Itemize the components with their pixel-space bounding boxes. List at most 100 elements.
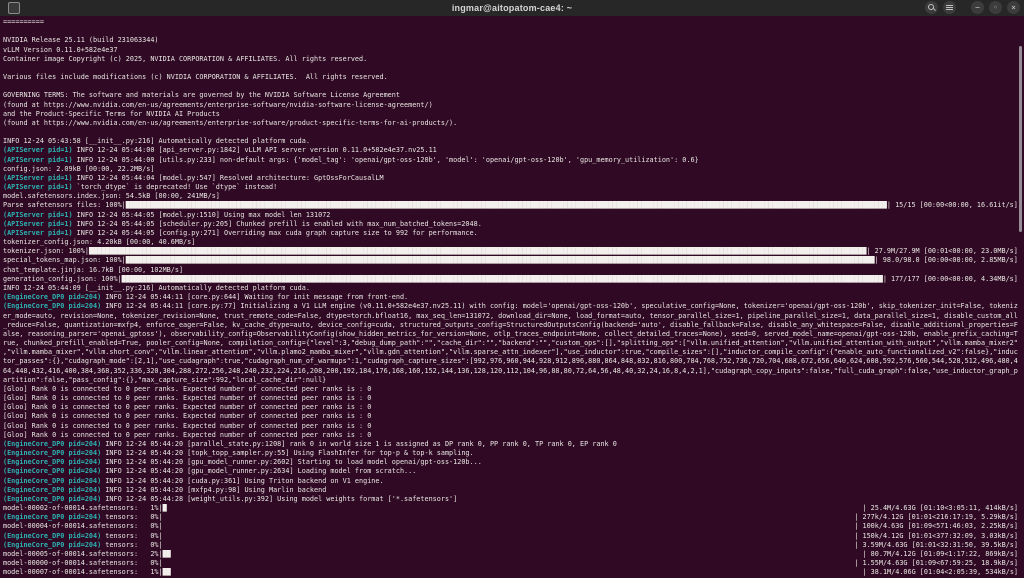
- log-text: tensors: 0%|: [101, 541, 162, 550]
- log-text: Various files include modifications (c) …: [3, 73, 388, 82]
- terminal-line: [3, 64, 1018, 73]
- log-text: ==========: [3, 18, 44, 27]
- maximize-glyph: ◦: [989, 1, 1002, 14]
- terminal-line: ,"vllm.mamba_mixer","vllm.short_conv","v…: [3, 348, 1018, 357]
- log-text: 64,448,432,416,400,384,368,352,336,320,3…: [3, 367, 1018, 376]
- process-prefix: (EngineCore_DP0 pid=204): [3, 532, 101, 541]
- terminal-line: [3, 27, 1018, 36]
- terminal-line: tor_passes":{},"cudagraph_mode":[2,1],"u…: [3, 357, 1018, 366]
- process-prefix: (APIServer pid=1): [3, 156, 73, 165]
- terminal-line: ==========: [3, 18, 1018, 27]
- terminal-line: (EngineCore_DP0 pid=204) INFO 12-24 05:4…: [3, 440, 1018, 449]
- log-text: | 80.7M/4.12G [01:09<1:17:22, 869kB/s]: [863, 550, 1019, 559]
- log-text: [167, 504, 863, 513]
- log-text: (found at https://www.nvidia.com/en-us/a…: [3, 119, 457, 128]
- log-text: INFO 12-24 05:44:20 [mxfp4.py:98] Using …: [101, 486, 326, 495]
- process-prefix: (APIServer pid=1): [3, 220, 73, 229]
- log-text: tensors: 0%|: [101, 532, 162, 541]
- terminal-line: (APIServer pid=1) INFO 12-24 05:44:05 [s…: [3, 220, 1018, 229]
- terminal-line: (APIServer pid=1) `torch_dtype` is depre…: [3, 183, 1018, 192]
- terminal-line: (EngineCore_DP0 pid=204) tensors: 0%|| 2…: [3, 513, 1018, 522]
- menu-icon[interactable]: [943, 1, 956, 14]
- log-text: | 98.0/98.0 [00:00<00:00, 2.85MB/s]: [875, 256, 1018, 265]
- terminal-line: model.safetensors.index.json: 54.5kB [00…: [3, 192, 1018, 201]
- log-text: INFO 12-24 05:44:20 [parallel_state.py:1…: [101, 440, 617, 449]
- log-text: (found at https://www.nvidia.com/en-us/a…: [3, 101, 433, 110]
- terminal-output[interactable]: ========== NVIDIA Release 25.11 (build 23…: [0, 16, 1024, 578]
- process-prefix: (EngineCore_DP0 pid=204): [3, 467, 101, 476]
- log-text: [Gloo] Rank 0 is connected to 0 peer ran…: [3, 412, 371, 421]
- terminal-line: [Gloo] Rank 0 is connected to 0 peer ran…: [3, 422, 1018, 431]
- log-text: rue, chunked_prefill_enabled=True, poole…: [3, 339, 1018, 348]
- terminal-line: [Gloo] Rank 0 is connected to 0 peer ran…: [3, 403, 1018, 412]
- terminal-line: config.json: 2.09kB [00:00, 22.2MB/s]: [3, 165, 1018, 174]
- terminal-line: model-00002-of-00014.safetensors: 1%|█| …: [3, 504, 1018, 513]
- log-text: INFO 12-24 05:44:00 [api_server.py:1842]…: [73, 146, 437, 155]
- log-text: INFO 12-24 05:44:20 [gpu_model_runner.py…: [101, 458, 482, 467]
- log-text: special_tokens_map.json: 100%|: [3, 256, 126, 265]
- log-text: tensors: 0%|: [101, 513, 162, 522]
- terminal-window: ingmar@aitopatom-cae4: ~ − ◦ × =========…: [0, 0, 1024, 578]
- magnifier-handle: [933, 8, 936, 11]
- terminal-line: alse, reasoning_parser='openai_gptoss'),…: [3, 330, 1018, 339]
- terminal-line: artition":false,"pass_config":{},"max_ca…: [3, 376, 1018, 385]
- log-text: INFO 12-24 05:44:09 [__init__.py:216] Au…: [3, 284, 310, 293]
- log-text: | 27.9M/27.9M [00:01<00:00, 23.0MB/s]: [866, 247, 1017, 256]
- terminal-line: generation_config.json: 100%|███████████…: [3, 275, 1018, 284]
- maximize-button[interactable]: ◦: [989, 1, 1002, 14]
- log-text: tokenizer.json: 100%|: [3, 247, 89, 256]
- progress-bar: ████████████████████████████████████████…: [126, 201, 887, 210]
- menu-line: [946, 7, 953, 8]
- minimize-button[interactable]: −: [971, 1, 984, 14]
- minimize-glyph: −: [971, 1, 984, 14]
- log-text: | 100k/4.63G [01:09<571:46:03, 2.25kB/s]: [854, 522, 1018, 531]
- terminal-line: model-00007-of-00014.safetensors: 1%|██|…: [3, 568, 1018, 577]
- terminal-line: (EngineCore_DP0 pid=204) INFO 12-24 05:4…: [3, 486, 1018, 495]
- close-button[interactable]: ×: [1007, 1, 1020, 14]
- log-text: INFO 12-24 05:44:28 [weight_utils.py:392…: [101, 495, 457, 504]
- terminal-line: Various files include modifications (c) …: [3, 73, 1018, 82]
- log-text: | 15/15 [00:00<00:00, 16.61it/s]: [887, 201, 1018, 210]
- log-text: [Gloo] Rank 0 is connected to 0 peer ran…: [3, 422, 371, 431]
- progress-bar: ██: [163, 550, 171, 559]
- terminal-line: (found at https://www.nvidia.com/en-us/a…: [3, 119, 1018, 128]
- terminal-line: model-00004-of-00014.safetensors: 0%|| 1…: [3, 522, 1018, 531]
- log-text: model-00000-of-00014.safetensors: 0%|: [3, 559, 163, 568]
- terminal-line: NVIDIA Release 25.11 (build 231063344): [3, 36, 1018, 45]
- process-prefix: (EngineCore_DP0 pid=204): [3, 293, 101, 302]
- search-icon[interactable]: [925, 1, 938, 14]
- terminal-line: (EngineCore_DP0 pid=204) INFO 12-24 05:4…: [3, 495, 1018, 504]
- terminal-line: INFO 12-24 05:44:09 [__init__.py:216] Au…: [3, 284, 1018, 293]
- terminal-line: Parse safetensors files: 100%|██████████…: [3, 201, 1018, 210]
- terminal-line: (EngineCore_DP0 pid=204) INFO 12-24 05:4…: [3, 467, 1018, 476]
- terminal-line: rue, chunked_prefill_enabled=True, poole…: [3, 339, 1018, 348]
- log-text: | 25.4M/4.63G [01:10<3:05:11, 414kB/s]: [863, 504, 1019, 513]
- progress-bar: ████████████████████████████████████████…: [126, 256, 875, 265]
- log-text: GOVERNING TERMS: The software and materi…: [3, 91, 400, 100]
- window-title: ingmar@aitopatom-cae4: ~: [0, 3, 1024, 13]
- log-text: artition":false,"pass_config":{},"max_ca…: [3, 376, 326, 385]
- log-text: tor_passes":{},"cudagraph_mode":[2,1],"u…: [3, 357, 1018, 366]
- log-text: INFO 12-24 05:44:20 [topk_topp_sampler.p…: [101, 449, 473, 458]
- process-prefix: (APIServer pid=1): [3, 146, 73, 155]
- terminal-line: [3, 82, 1018, 91]
- terminal-line: [Gloo] Rank 0 is connected to 0 peer ran…: [3, 385, 1018, 394]
- progress-bar: ████████████████████████████████████████…: [89, 247, 867, 256]
- log-text: er_mode=auto, revision=None, tokenizer_r…: [3, 312, 1018, 321]
- log-text: [Gloo] Rank 0 is connected to 0 peer ran…: [3, 394, 371, 403]
- log-text: chat_template.jinja: 16.7kB [00:00, 102M…: [3, 266, 183, 275]
- terminal-line: [Gloo] Rank 0 is connected to 0 peer ran…: [3, 431, 1018, 440]
- terminal-line: Container image Copyright (c) 2025, NVID…: [3, 55, 1018, 64]
- terminal-line: (EngineCore_DP0 pid=204) INFO 12-24 05:4…: [3, 449, 1018, 458]
- terminal-line: er_mode=auto, revision=None, tokenizer_r…: [3, 312, 1018, 321]
- scrollbar-thumb[interactable]: [1019, 46, 1022, 232]
- log-text: INFO 12-24 05:44:00 [utils.py:233] non-d…: [73, 156, 699, 165]
- process-prefix: (EngineCore_DP0 pid=204): [3, 458, 101, 467]
- terminal-line: tokenizer.json: 100%|███████████████████…: [3, 247, 1018, 256]
- terminal-line: (EngineCore_DP0 pid=204) INFO 12-24 05:4…: [3, 477, 1018, 486]
- log-text: INFO 12-24 05:44:05 [scheduler.py:205] C…: [73, 220, 482, 229]
- process-prefix: (EngineCore_DP0 pid=204): [3, 495, 101, 504]
- log-text: INFO 12-24 05:44:20 [cuda.py:361] Using …: [101, 477, 383, 486]
- terminal-line: and the Product-Specific Terms for NVIDI…: [3, 110, 1018, 119]
- window-controls: − ◦ ×: [925, 1, 1020, 14]
